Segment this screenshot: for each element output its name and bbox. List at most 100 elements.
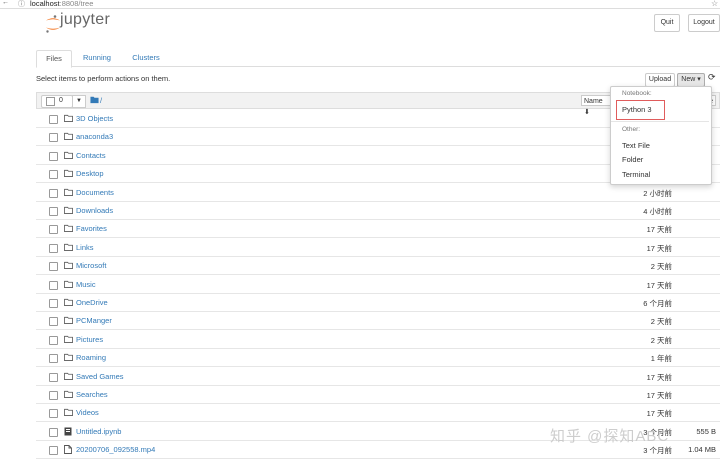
breadcrumb-root[interactable]: / [100, 95, 102, 106]
folder-icon [64, 316, 73, 326]
item-name-link[interactable]: Documents [76, 188, 114, 197]
file-row[interactable]: Links 17 天前 [36, 239, 720, 257]
item-name-link[interactable]: Saved Games [76, 372, 124, 381]
row-checkbox[interactable] [49, 115, 58, 124]
last-modified: 3 个月前 [643, 446, 672, 456]
item-name-link[interactable]: anaconda3 [76, 132, 113, 141]
row-checkbox[interactable] [49, 335, 58, 345]
row-checkbox[interactable] [49, 207, 58, 216]
url-host: localhost [30, 0, 60, 8]
notebook-icon [64, 427, 72, 438]
last-modified: 17 天前 [646, 225, 672, 235]
folder-icon [64, 224, 73, 234]
file-row[interactable]: Roaming 1 年前 [36, 349, 720, 368]
select-menu-caret-icon[interactable]: ▼ [72, 95, 86, 108]
quit-button[interactable]: Quit [654, 14, 680, 32]
item-name-link[interactable]: Links [76, 243, 94, 252]
file-row[interactable]: Documents 2 小时前 [36, 184, 720, 202]
folder-icon [64, 261, 73, 271]
url-text[interactable]: localhost:8808/tree [30, 0, 93, 8]
last-modified: 17 天前 [646, 243, 672, 253]
file-row[interactable]: Microsoft 2 天前 [36, 257, 720, 276]
file-row[interactable]: Videos 17 天前 [36, 404, 720, 423]
item-name-link[interactable]: 3D Objects [76, 114, 113, 123]
row-checkbox[interactable] [49, 188, 58, 198]
menu-item-terminal[interactable]: Terminal [622, 170, 650, 179]
file-row[interactable]: PCManger 2 天前 [36, 312, 720, 331]
file-row[interactable]: Favorites 17 天前 [36, 220, 720, 239]
item-name-link[interactable]: Roaming [76, 353, 106, 362]
menu-item-text-file[interactable]: Text File [622, 141, 650, 150]
tab-running[interactable]: Running [78, 50, 116, 66]
folder-icon [64, 206, 73, 216]
address-bar[interactable]: ← ⓘ localhost:8808/tree ☆ [0, 0, 720, 9]
row-checkbox[interactable] [49, 243, 58, 253]
menu-divider [611, 121, 709, 122]
upload-button[interactable]: Upload [645, 73, 675, 87]
watermark: 知乎 @探知ABC [550, 428, 670, 445]
item-name-link[interactable]: Favorites [76, 224, 107, 233]
tab-files[interactable]: Files [36, 50, 72, 68]
row-checkbox[interactable] [49, 225, 58, 235]
row-checkbox[interactable] [49, 280, 58, 290]
item-name-link[interactable]: Contacts [76, 151, 106, 160]
file-icon [64, 445, 72, 456]
row-checkbox[interactable] [49, 354, 58, 364]
row-checkbox[interactable] [49, 262, 58, 272]
last-modified: 17 天前 [646, 280, 672, 290]
item-name-link[interactable]: Untitled.ipynb [76, 427, 121, 436]
row-checkbox[interactable] [49, 133, 58, 143]
item-name-link[interactable]: Desktop [76, 169, 104, 178]
folder-icon [64, 243, 73, 253]
row-checkbox[interactable] [49, 372, 58, 382]
back-arrow-icon[interactable]: ← [2, 0, 9, 6]
select-all-checkbox[interactable] [46, 97, 55, 106]
row-checkbox[interactable] [49, 170, 58, 180]
row-checkbox[interactable] [49, 409, 58, 419]
item-name-link[interactable]: Searches [76, 390, 108, 399]
item-name-link[interactable]: 20200706_092558.mp4 [76, 445, 155, 454]
folder-icon [64, 151, 73, 161]
folder-icon [64, 408, 73, 418]
item-name-link[interactable]: OneDrive [76, 298, 108, 307]
item-name-link[interactable]: Downloads [76, 206, 113, 215]
url-path: :8808/tree [59, 0, 94, 8]
menu-header-other: Other: [622, 126, 641, 133]
row-checkbox[interactable] [49, 427, 58, 437]
menu-item-folder[interactable]: Folder [622, 155, 643, 164]
refresh-icon[interactable]: ⟳ [708, 72, 716, 83]
row-checkbox[interactable] [49, 299, 58, 308]
row-checkbox[interactable] [49, 446, 58, 456]
last-modified: 2 小时前 [643, 188, 672, 198]
item-name-link[interactable]: Videos [76, 408, 99, 417]
favorite-star-icon[interactable]: ☆ [711, 0, 718, 8]
jupyter-logo-text[interactable]: jupyter [60, 11, 110, 29]
logout-button[interactable]: Logout [688, 14, 720, 32]
folder-icon [64, 169, 73, 179]
file-row[interactable]: Music 17 天前 [36, 276, 720, 294]
row-checkbox[interactable] [49, 391, 58, 400]
item-name-link[interactable]: PCManger [76, 316, 112, 325]
new-dropdown-button[interactable]: New ▾ [677, 73, 705, 87]
row-checkbox[interactable] [49, 151, 58, 161]
info-icon[interactable]: ⓘ [18, 0, 25, 9]
last-modified: 17 天前 [646, 372, 672, 382]
folder-root-icon[interactable] [90, 95, 99, 104]
last-modified: 2 天前 [650, 335, 672, 345]
row-checkbox[interactable] [49, 317, 58, 327]
file-row[interactable]: Saved Games 17 天前 [36, 368, 720, 386]
sort-by-name-button[interactable]: Name ⬇ [581, 95, 611, 116]
item-name-link[interactable]: Microsoft [76, 261, 106, 270]
python3-highlight-box [616, 100, 665, 120]
file-row[interactable]: OneDrive 6 个月前 [36, 294, 720, 312]
tab-clusters[interactable]: Clusters [126, 50, 166, 66]
folder-icon [64, 280, 73, 290]
item-name-link[interactable]: Pictures [76, 335, 103, 344]
file-row[interactable]: Downloads 4 小时前 [36, 202, 720, 220]
file-size: 555 B [696, 426, 716, 436]
last-modified: 1 年前 [650, 354, 672, 364]
folder-icon [64, 353, 73, 363]
item-name-link[interactable]: Music [76, 280, 96, 289]
file-row[interactable]: Pictures 2 天前 [36, 331, 720, 349]
file-row[interactable]: Searches 17 天前 [36, 386, 720, 404]
